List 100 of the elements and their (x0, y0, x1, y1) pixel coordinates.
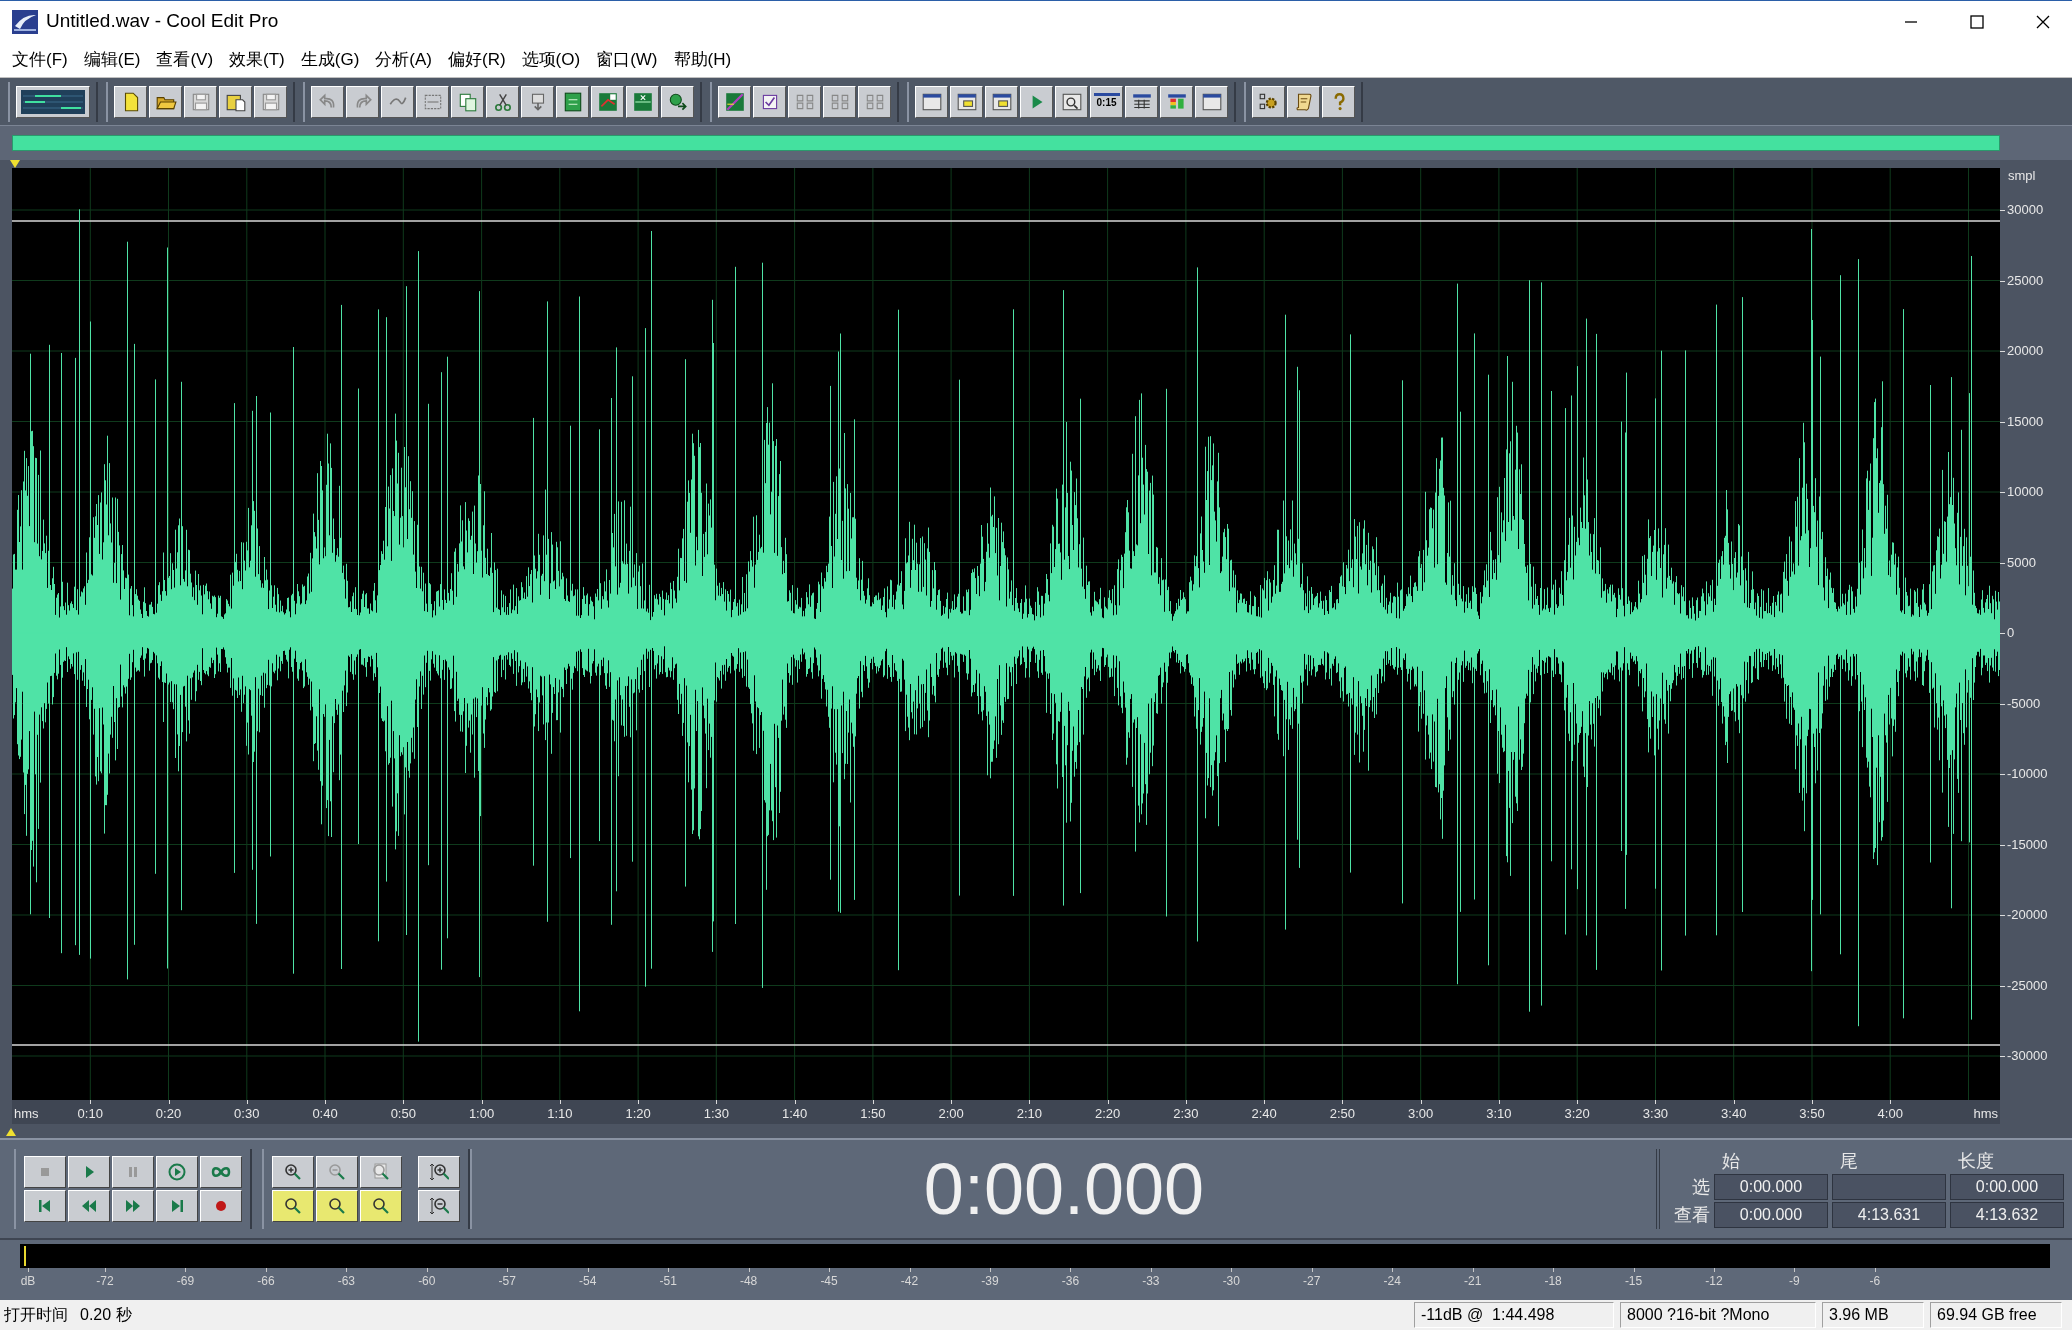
zoom-in-button[interactable] (272, 1156, 314, 1188)
play-to-end-button[interactable] (156, 1156, 198, 1188)
meter-scale-label: -63 (336, 1273, 356, 1290)
toolbar-button[interactable] (788, 85, 821, 118)
zoom-in-icon (283, 1162, 303, 1182)
vertical-zoom-in-button[interactable] (418, 1156, 460, 1188)
toolbar-button[interactable] (718, 85, 751, 118)
record-button[interactable] (200, 1190, 242, 1222)
zoom-right-button[interactable] (316, 1190, 358, 1222)
axis-tick-label: 30000 (2007, 202, 2044, 218)
axis-unit-label: hms (14, 1105, 39, 1123)
toolbar-button[interactable] (346, 85, 379, 118)
status-text: 0.20 秒 (80, 1305, 132, 1325)
toolbar-button[interactable] (1195, 85, 1228, 118)
meter-scale-label: -69 (175, 1273, 196, 1290)
axis-tick-label: -20000 (2007, 907, 2048, 923)
menu-item[interactable]: 编辑(E) (75, 46, 149, 73)
column-header: 长度 (1957, 1150, 1995, 1172)
toolbar-button[interactable] (915, 85, 948, 118)
axis-tick-label: 3:20 (1563, 1105, 1591, 1123)
rewind-button[interactable] (68, 1190, 110, 1222)
toolbar-button[interactable] (149, 85, 182, 118)
axis-tick-label: -25000 (2007, 977, 2048, 994)
toolbar-button[interactable] (16, 85, 90, 118)
zoom-icon (371, 1196, 391, 1216)
toolbar-button[interactable] (1287, 85, 1320, 118)
axis-unit-label: hms (1973, 1105, 1998, 1123)
menu-item[interactable]: 文件(F) (4, 46, 76, 73)
toolbar-button[interactable] (626, 85, 659, 118)
menu-item[interactable]: 选项(O) (513, 46, 589, 73)
time-format-button[interactable]: 0:15 (1090, 85, 1123, 118)
toolbar-button[interactable] (985, 85, 1018, 118)
toolbar-button[interactable] (1055, 85, 1088, 118)
toolbar-button[interactable] (254, 85, 287, 118)
zoom-out-button[interactable] (316, 1156, 358, 1188)
axis-tick-label: 1:30 (702, 1105, 730, 1123)
toolbar-button[interactable] (521, 85, 554, 118)
zoom-icon (283, 1196, 303, 1216)
vertical-zoom-in-icon (429, 1162, 449, 1182)
toolbar-button[interactable] (416, 85, 449, 118)
axis-tick-label: 2:10 (1015, 1105, 1044, 1123)
axis-tick-label: 0:10 (76, 1105, 104, 1123)
toolbar-button[interactable] (753, 85, 786, 118)
meter-scale-label: -42 (899, 1273, 920, 1290)
toolbar-button[interactable] (858, 85, 891, 118)
loop-button[interactable] (200, 1156, 242, 1188)
go-to-end-button[interactable] (156, 1190, 198, 1222)
axis-tick-label: 15000 (2007, 413, 2044, 430)
envelope-icon (723, 90, 746, 113)
toolbar-button[interactable] (1322, 85, 1355, 118)
toolbar-button[interactable] (556, 85, 589, 118)
toolbar-button[interactable] (219, 85, 252, 118)
zoom-left-button[interactable] (272, 1190, 314, 1222)
axis-tick-label: -10000 (2007, 766, 2048, 782)
meter-scale-label: -6 (1868, 1273, 1882, 1290)
menu-item[interactable]: 偏好(R) (440, 46, 514, 73)
axis-tick-label: -5000 (2007, 695, 2041, 712)
status-cell: 3.96 MB (1822, 1302, 1924, 1328)
toolbar-button[interactable] (950, 85, 983, 118)
toolbar-button[interactable] (1160, 85, 1193, 118)
meter-scale-label: -45 (819, 1273, 839, 1290)
toolbar-button[interactable] (451, 85, 484, 118)
close-icon[interactable] (2036, 14, 2050, 29)
go-to-start-button[interactable] (24, 1190, 66, 1222)
axis-tick-label: 1:50 (859, 1105, 887, 1123)
toolbar-button[interactable] (823, 85, 856, 118)
axis-unit-label: smpl (2008, 167, 2036, 185)
toolbar-button[interactable] (1020, 85, 1053, 118)
time-display: 0:00.000 (923, 1149, 1205, 1229)
axis-tick-label: 3:10 (1485, 1105, 1513, 1123)
toolbar-button[interactable] (591, 85, 624, 118)
menu-item[interactable]: 帮助(H) (665, 46, 740, 73)
menu-item[interactable]: 查看(V) (148, 46, 222, 73)
status-cell: 8000 ?16-bit ?Mono (1620, 1302, 1816, 1328)
vertical-zoom-out-button[interactable] (418, 1190, 460, 1222)
toolbar-button[interactable] (381, 85, 414, 118)
status-cell: 69.94 GB free (1930, 1302, 2062, 1328)
toolbar-button[interactable] (486, 85, 519, 118)
toolbar-button[interactable] (1125, 85, 1158, 118)
maximize-icon[interactable] (1970, 14, 1984, 29)
meter-scale-label: -36 (1060, 1273, 1081, 1290)
toolbar-button[interactable] (311, 85, 344, 118)
menu-item[interactable]: 效果(T) (221, 46, 293, 73)
axis-tick-label: 1:20 (624, 1105, 652, 1123)
zoom-full-button[interactable] (360, 1156, 402, 1188)
menu-item[interactable]: 分析(A) (367, 46, 440, 73)
menu-item[interactable]: 窗口(W) (588, 46, 666, 73)
meter-scale-label: -30 (1221, 1273, 1241, 1290)
stop-button[interactable] (24, 1156, 66, 1188)
toolbar-button[interactable] (184, 85, 217, 118)
play-button[interactable] (68, 1156, 110, 1188)
zoom-selection-button[interactable] (360, 1190, 402, 1222)
end-marker-icon[interactable] (6, 1128, 16, 1136)
toolbar-button[interactable] (114, 85, 147, 118)
pause-button[interactable] (112, 1156, 154, 1188)
toolbar-button[interactable] (1252, 85, 1285, 118)
fast-forward-button[interactable] (112, 1190, 154, 1222)
axis-tick-label: 5000 (2007, 554, 2036, 571)
toolbar-button[interactable] (661, 85, 694, 118)
menu-item[interactable]: 生成(G) (292, 46, 368, 73)
